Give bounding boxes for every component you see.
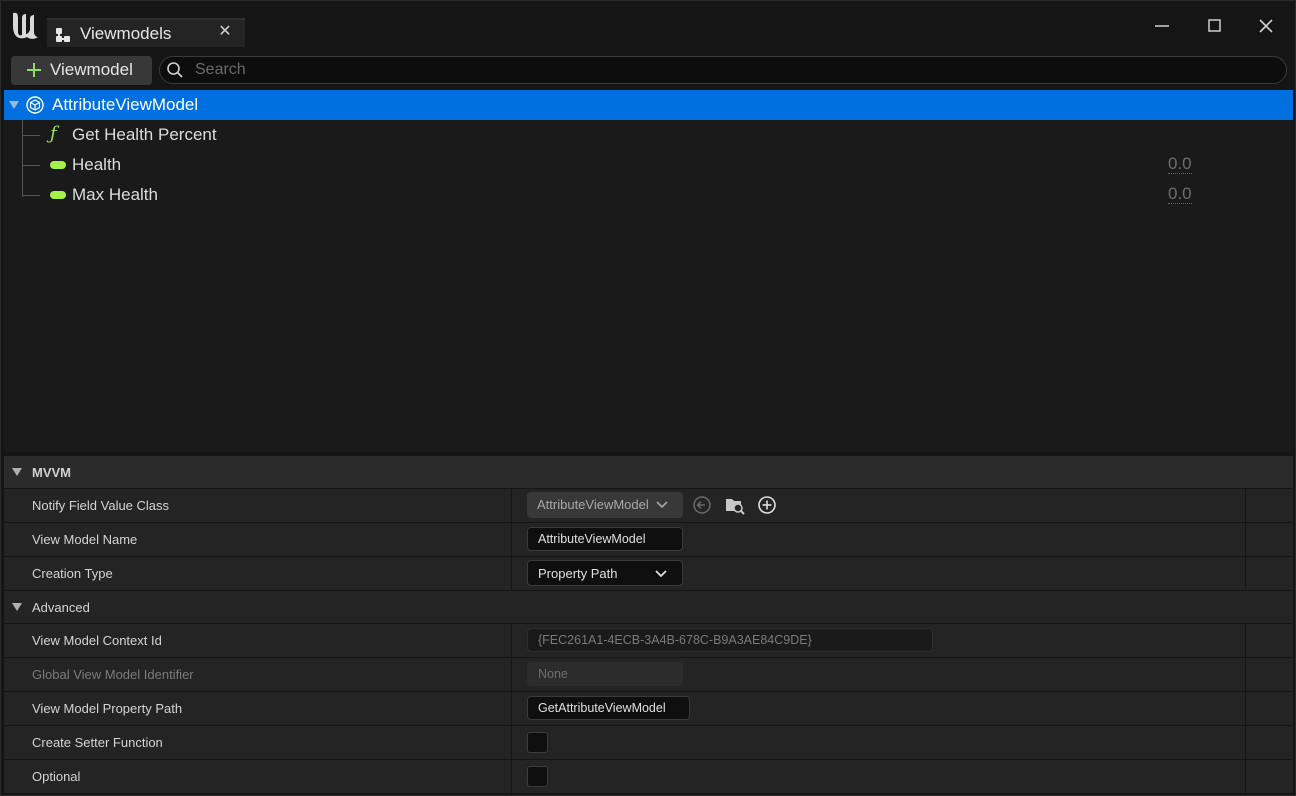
add-viewmodel-label: Viewmodel xyxy=(50,60,133,79)
field-value: None xyxy=(538,667,568,681)
health-value[interactable]: 0.0 xyxy=(1168,155,1192,174)
prop-name: Creation Type xyxy=(32,566,113,581)
context-id-field: {FEC261A1-4ECB-3A4B-678C-B9A3AE84C9DE} xyxy=(527,628,933,652)
global-id-field: None xyxy=(527,662,683,686)
prop-view-model-name: View Model Name AttributeViewModel xyxy=(4,523,1293,556)
column-divider xyxy=(1245,760,1246,793)
prop-name: View Model Name xyxy=(32,532,138,547)
prop-create-setter-function: Create Setter Function xyxy=(4,726,1293,759)
float-pin-icon xyxy=(50,161,66,169)
expand-arrow-icon[interactable] xyxy=(8,100,20,110)
tab-viewmodels[interactable]: Viewmodels ✕ xyxy=(47,18,245,47)
tree-item-label: Health xyxy=(72,155,122,174)
notify-class-combo[interactable]: AttributeViewModel xyxy=(527,492,683,518)
minimize-icon[interactable] xyxy=(1149,13,1175,39)
toolbar: Viewmodel xyxy=(1,53,1295,87)
maximize-icon[interactable] xyxy=(1201,13,1227,39)
tree-row-max-health[interactable]: Max Health 0.0 xyxy=(4,180,1293,210)
column-divider xyxy=(511,726,512,759)
create-new-icon[interactable] xyxy=(757,495,777,515)
column-divider xyxy=(1245,523,1246,556)
prop-optional: Optional xyxy=(4,760,1293,793)
field-value: {FEC261A1-4ECB-3A4B-678C-B9A3AE84C9DE} xyxy=(538,633,812,647)
select-value: Property Path xyxy=(538,566,618,581)
prop-view-model-context-id: View Model Context Id {FEC261A1-4ECB-3A4… xyxy=(4,624,1293,657)
column-divider xyxy=(511,489,512,522)
view-model-name-field[interactable]: AttributeViewModel xyxy=(527,527,683,551)
chevron-down-icon xyxy=(655,570,667,578)
browse-asset-icon[interactable] xyxy=(724,494,746,516)
column-divider xyxy=(511,523,512,556)
chevron-down-icon xyxy=(656,501,668,509)
column-divider xyxy=(511,658,512,691)
creation-type-select[interactable]: Property Path xyxy=(527,560,683,586)
search-icon xyxy=(167,62,183,78)
prop-name: Global View Model Identifier xyxy=(32,667,194,682)
prop-name: Optional xyxy=(32,769,81,784)
details-panel: MVVM Notify Field Value Class AttributeV… xyxy=(4,456,1293,793)
prop-name: View Model Property Path xyxy=(32,701,183,716)
tree-item-label: Get Health Percent xyxy=(72,125,217,144)
collapse-arrow-icon[interactable] xyxy=(12,603,22,611)
prop-global-view-model-identifier: Global View Model Identifier None xyxy=(4,658,1293,691)
column-divider xyxy=(1245,557,1246,590)
column-divider xyxy=(511,624,512,657)
column-divider xyxy=(1245,692,1246,725)
prop-notify-field-value-class: Notify Field Value Class AttributeViewMo… xyxy=(4,489,1293,522)
search-input[interactable] xyxy=(193,58,1257,82)
property-path-field[interactable]: GetAttributeViewModel xyxy=(527,696,690,720)
title-bar[interactable]: Viewmodels ✕ xyxy=(1,1,1295,49)
column-divider xyxy=(511,692,512,725)
optional-checkbox[interactable] xyxy=(527,766,548,787)
create-setter-checkbox[interactable] xyxy=(527,732,548,753)
max-health-value[interactable]: 0.0 xyxy=(1168,185,1192,204)
viewmodel-cube-icon xyxy=(26,96,44,114)
column-divider xyxy=(1245,624,1246,657)
function-icon: ƒ xyxy=(50,123,57,144)
add-viewmodel-button[interactable]: Viewmodel xyxy=(11,56,152,85)
viewmodel-hierarchy-icon xyxy=(56,28,70,42)
tree-item-label: Max Health xyxy=(72,185,158,204)
tree-row-health[interactable]: Health 0.0 xyxy=(4,150,1293,180)
unreal-logo-icon xyxy=(13,12,38,39)
column-divider xyxy=(511,557,512,590)
prop-name: Create Setter Function xyxy=(32,735,163,750)
plus-icon xyxy=(27,63,41,77)
float-pin-icon xyxy=(50,191,66,199)
tree-row-get-health-percent[interactable]: ƒ Get Health Percent xyxy=(4,120,1293,150)
close-window-icon[interactable] xyxy=(1253,13,1279,39)
tree-row-attributeviewmodel[interactable]: AttributeViewModel xyxy=(4,90,1293,120)
search-box[interactable] xyxy=(159,56,1287,84)
prop-view-model-property-path: View Model Property Path GetAttributeVie… xyxy=(4,692,1293,725)
viewmodel-tree: AttributeViewModel ƒ Get Health Percent … xyxy=(4,90,1293,452)
tree-root-label: AttributeViewModel xyxy=(52,95,199,114)
column-divider xyxy=(1245,489,1246,522)
prop-name: Notify Field Value Class xyxy=(32,498,170,513)
category-label: MVVM xyxy=(32,465,71,480)
tab-label: Viewmodels xyxy=(80,24,172,43)
subcategory-label: Advanced xyxy=(32,600,90,615)
collapse-arrow-icon[interactable] xyxy=(12,468,22,476)
viewmodels-window: Viewmodels ✕ Viewmodel Search AttributeV… xyxy=(0,0,1296,796)
column-divider xyxy=(511,760,512,793)
subcategory-advanced[interactable]: Advanced xyxy=(4,591,1293,623)
combo-value: AttributeViewModel xyxy=(537,497,649,512)
close-tab-icon[interactable]: ✕ xyxy=(217,24,233,40)
column-divider xyxy=(1245,658,1246,691)
field-value: AttributeViewModel xyxy=(538,532,646,546)
use-selected-asset-icon[interactable] xyxy=(692,495,712,515)
prop-creation-type: Creation Type Property Path xyxy=(4,557,1293,590)
field-value: GetAttributeViewModel xyxy=(538,701,666,715)
category-mvvm[interactable]: MVVM xyxy=(4,456,1293,488)
column-divider xyxy=(1245,726,1246,759)
prop-name: View Model Context Id xyxy=(32,633,162,648)
